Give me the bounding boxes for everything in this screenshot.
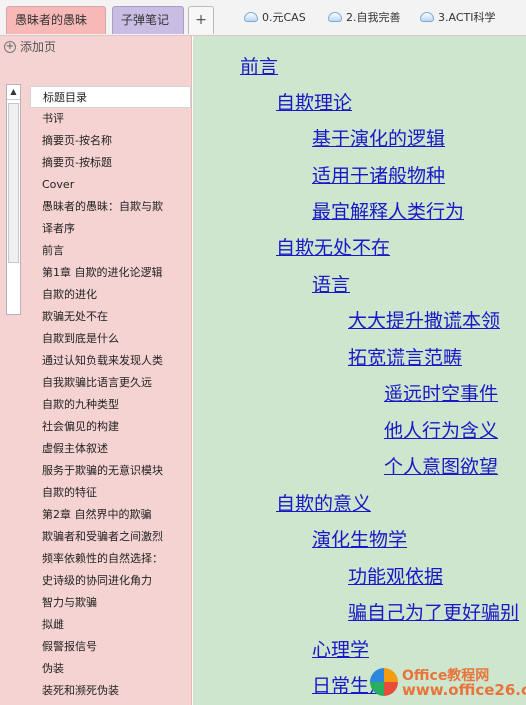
toc-link-level-4[interactable]: 大大提升撒谎本领 [348,309,500,333]
page-item[interactable]: 自欺到底是什么 [30,328,191,350]
toc-link-level-2[interactable]: 自欺的意义 [276,492,371,516]
page-list-pane: + 添加页 ▲ 标题目录 书评 摘要页-按名称 摘要页-按标题 Cover 愚昧… [0,36,192,705]
toc-link-level-2[interactable]: 自欺无处不在 [276,236,390,260]
tab-notebook-section-1[interactable]: 愚昧者的愚昧 [6,6,106,34]
page-item[interactable]: 假警报信号 [30,636,191,658]
scroll-up-arrow-icon[interactable]: ▲ [7,85,20,100]
page-item-selected[interactable]: 标题目录 [30,86,191,108]
tab-notebook-section-2[interactable]: 子弹笔记 [112,6,184,34]
add-page-button[interactable]: + 添加页 [0,36,191,58]
toc-link-level-3[interactable]: 语言 [312,273,350,297]
page-item[interactable]: 愚昧者的愚昧：自欺与欺 [30,196,191,218]
page-item[interactable]: 第1章 自欺的进化论逻辑 [30,262,191,284]
page-list: 标题目录 书评 摘要页-按名称 摘要页-按标题 Cover 愚昧者的愚昧：自欺与… [30,86,191,702]
page-item[interactable]: Cover [30,174,191,196]
page-item[interactable]: 第2章 自然界中的欺骗 [30,504,191,526]
page-item[interactable]: 自我欺骗比语言更久远 [30,372,191,394]
page-item[interactable]: 书评 [30,108,191,130]
page-item[interactable]: 摘要页-按标题 [30,152,191,174]
toc-link-level-1[interactable]: 前言 [240,55,278,79]
page-item[interactable]: 伪装 [30,658,191,680]
page-item[interactable]: 拟雌 [30,614,191,636]
page-item[interactable]: 通过认知负载来发现人类 [30,350,191,372]
page-icon [328,12,342,22]
browser-tab-3[interactable]: 3.ACTI科学 [420,8,526,28]
toc-link-level-3[interactable]: 最宜解释人类行为 [312,200,464,224]
site-watermark: Office教程网 www.office26.com [370,665,526,699]
page-item[interactable]: 装死和濒死伪装 [30,680,191,702]
toc-link-level-4[interactable]: 骗自己为了更好骗别 [348,601,519,625]
toc-link-level-3[interactable]: 演化生物学 [312,528,407,552]
note-content: 前言 自欺理论 基于演化的逻辑 适用于诸般物种 最宜解释人类行为 自欺无处不在 … [193,36,526,705]
page-item[interactable]: 译者序 [30,218,191,240]
add-tab-button[interactable]: + [188,6,214,34]
page-item[interactable]: 史诗级的协同进化角力 [30,570,191,592]
watermark-url: www.office26.com [402,681,526,699]
page-item[interactable]: 欺骗者和受骗者之间激烈 [30,526,191,548]
toc-link-level-3[interactable]: 适用于诸般物种 [312,164,445,188]
page-item[interactable]: 自欺的特征 [30,482,191,504]
toc-link-level-5[interactable]: 个人意图欲望 [384,455,498,479]
notebook-tab-bar: 愚昧者的愚昧 子弹笔记 + 0.元CAS 2.自我完善 3.ACTI科学 [0,0,526,36]
page-list-scrollbar[interactable]: ▲ [6,84,21,315]
toc-link-level-3[interactable]: 心理学 [312,638,369,662]
toc-link-level-3[interactable]: 基于演化的逻辑 [312,127,445,151]
page-item[interactable]: 自欺的进化 [30,284,191,306]
page-icon [420,12,434,22]
scroll-thumb[interactable] [8,103,19,263]
add-page-label: 添加页 [20,40,57,54]
page-item[interactable]: 摘要页-按名称 [30,130,191,152]
plus-circle-icon: + [4,41,16,53]
toc-link-level-4[interactable]: 拓宽谎言范畴 [348,346,462,370]
toc-link-level-4[interactable]: 功能观依据 [348,565,443,589]
toc-link-level-2[interactable]: 自欺理论 [276,91,352,115]
page-item[interactable]: 服务于欺骗的无意识模块 [30,460,191,482]
office-logo-icon [370,668,398,696]
page-item[interactable]: 前言 [30,240,191,262]
toc-link-level-5[interactable]: 遥远时空事件 [384,382,498,406]
page-item[interactable]: 欺骗无处不在 [30,306,191,328]
browser-tab-1[interactable]: 0.元CAS [244,8,326,28]
page-item[interactable]: 虚假主体叙述 [30,438,191,460]
browser-tab-2[interactable]: 2.自我完善 [328,8,416,28]
page-item[interactable]: 频率依赖性的自然选择： [30,548,191,570]
page-item[interactable]: 智力与欺骗 [30,592,191,614]
page-item[interactable]: 社会偏见的构建 [30,416,191,438]
page-icon [244,12,258,22]
page-item[interactable]: 自欺的九种类型 [30,394,191,416]
toc-link-level-5[interactable]: 他人行为含义 [384,419,498,443]
